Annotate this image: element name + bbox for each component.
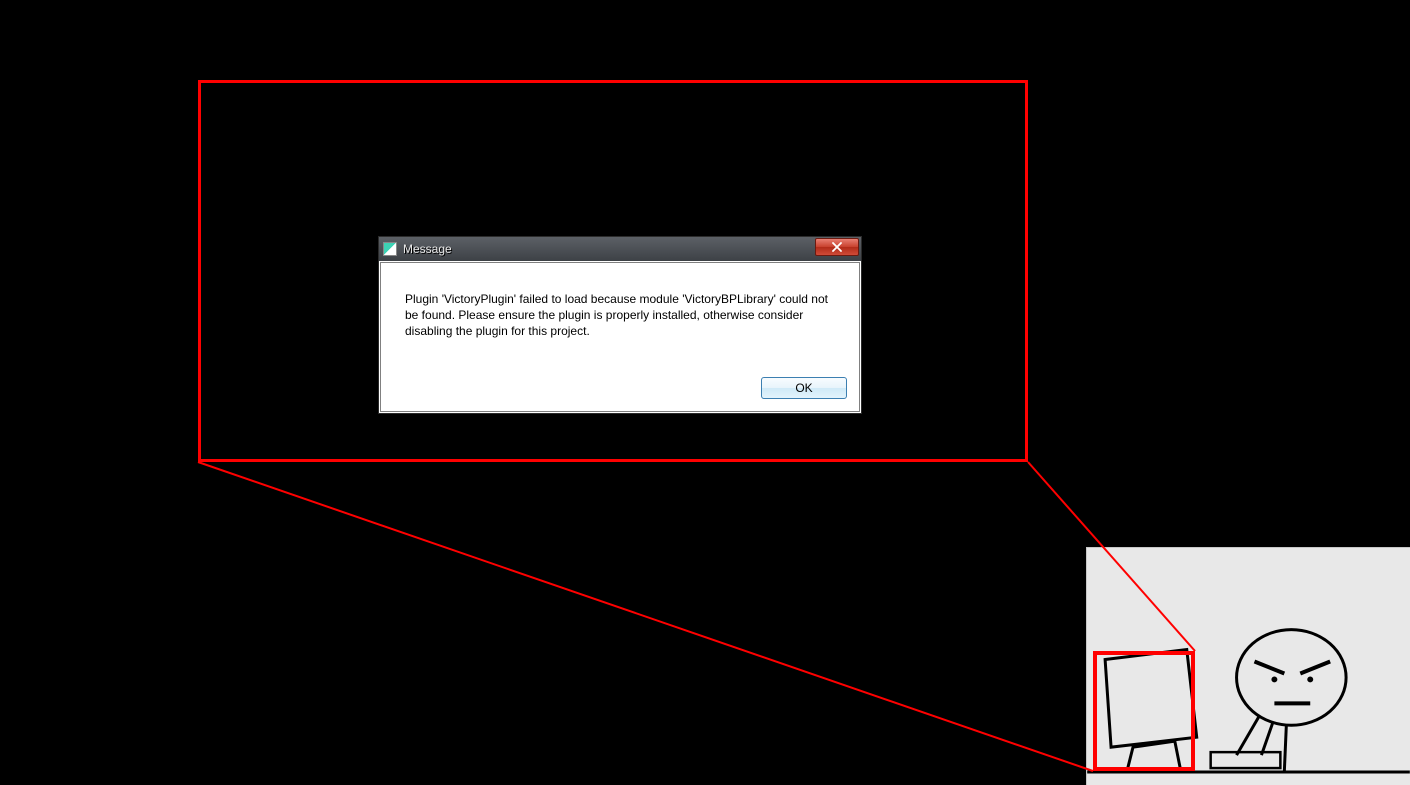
app-icon [383,242,397,256]
dialog-title: Message [403,242,857,256]
dialog-message-text: Plugin 'VictoryPlugin' failed to load be… [405,291,835,340]
meme-drawing [1087,548,1410,785]
keyboard-icon [1211,752,1281,768]
monitor-icon [1105,650,1197,771]
meme-panel [1086,547,1410,785]
message-dialog: Message Plugin 'VictoryPlugin' failed to… [378,236,862,414]
dialog-footer: OK [381,369,859,411]
dialog-body: Plugin 'VictoryPlugin' failed to load be… [381,263,859,369]
ok-button[interactable]: OK [761,377,847,399]
face-icon [1237,630,1347,726]
close-button[interactable] [815,238,859,256]
dialog-inner: Plugin 'VictoryPlugin' failed to load be… [380,262,860,412]
close-icon [831,242,843,252]
dialog-titlebar[interactable]: Message [379,237,861,261]
